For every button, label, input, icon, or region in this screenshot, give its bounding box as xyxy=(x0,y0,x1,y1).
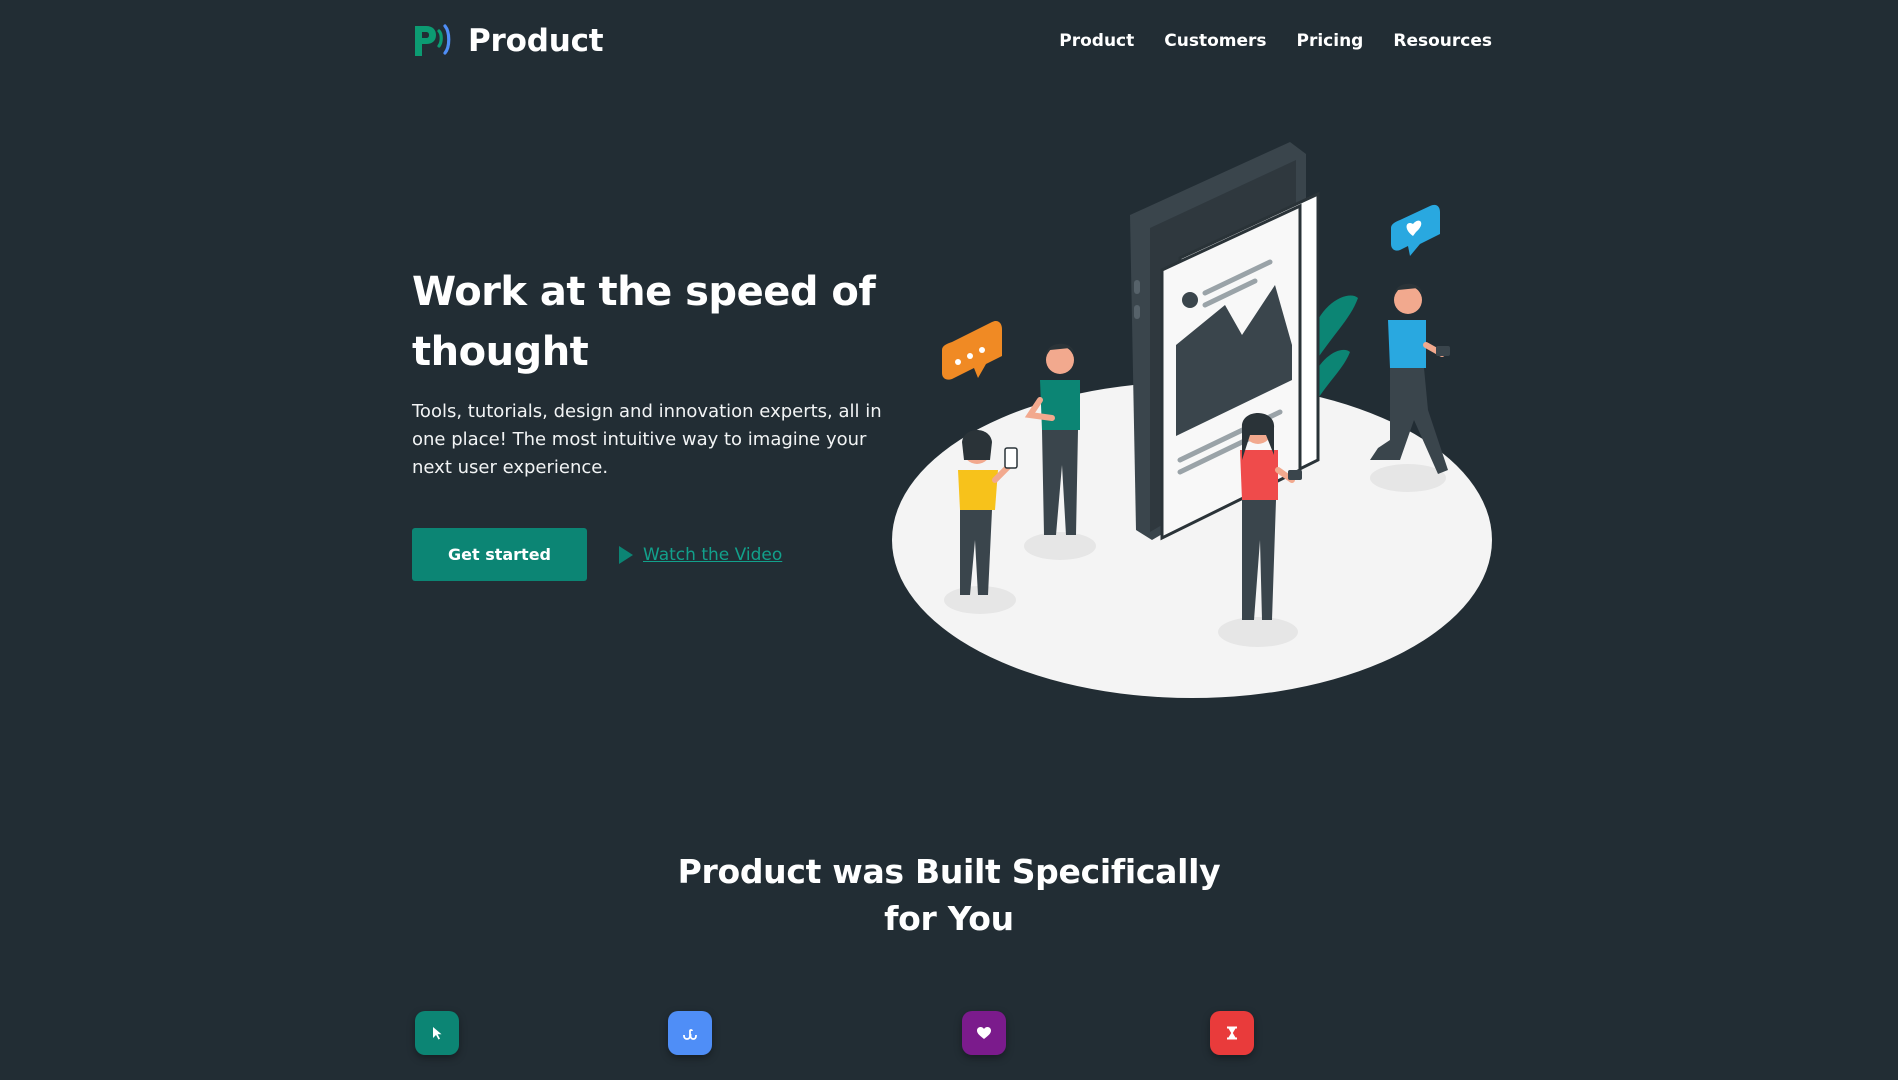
feature-heart-badge xyxy=(962,1011,1006,1055)
nav-item-product[interactable]: Product xyxy=(1059,31,1134,51)
feature-stumbleupon-badge xyxy=(668,1011,712,1055)
get-started-button[interactable]: Get started xyxy=(412,528,587,581)
site-header: Product Product Customers Pricing Resour… xyxy=(412,16,1492,66)
watch-video-label: Watch the Video xyxy=(643,544,783,565)
features-section-title: Product was Built Specifically for You xyxy=(677,852,1221,938)
hero-cta-row: Get started Watch the Video xyxy=(412,528,782,581)
brand[interactable]: Product xyxy=(412,22,604,60)
hourglass-icon xyxy=(1227,1026,1237,1040)
stumbleupon-icon xyxy=(683,1029,697,1040)
main-nav: Product Customers Pricing Resources xyxy=(1059,31,1492,51)
hero-title: Work at the speed of thought xyxy=(412,269,876,375)
feature-hourglass-badge xyxy=(1210,1011,1254,1055)
cursor-icon xyxy=(433,1027,442,1040)
people-with-phones-around-giant-smartphone-illustration xyxy=(892,142,1492,698)
product-p-logo-icon xyxy=(415,24,451,56)
heart-icon xyxy=(977,1027,991,1039)
nav-item-customers[interactable]: Customers xyxy=(1164,31,1266,51)
feature-cursor-badge xyxy=(415,1011,459,1055)
watch-video-link[interactable]: Watch the Video xyxy=(617,544,782,566)
nav-item-resources[interactable]: Resources xyxy=(1393,31,1492,51)
nav-item-pricing[interactable]: Pricing xyxy=(1297,31,1364,51)
play-icon xyxy=(619,545,633,564)
hero-subtitle: Tools, tutorials, design and innovation … xyxy=(412,401,882,478)
brand-name: Product xyxy=(468,23,604,59)
